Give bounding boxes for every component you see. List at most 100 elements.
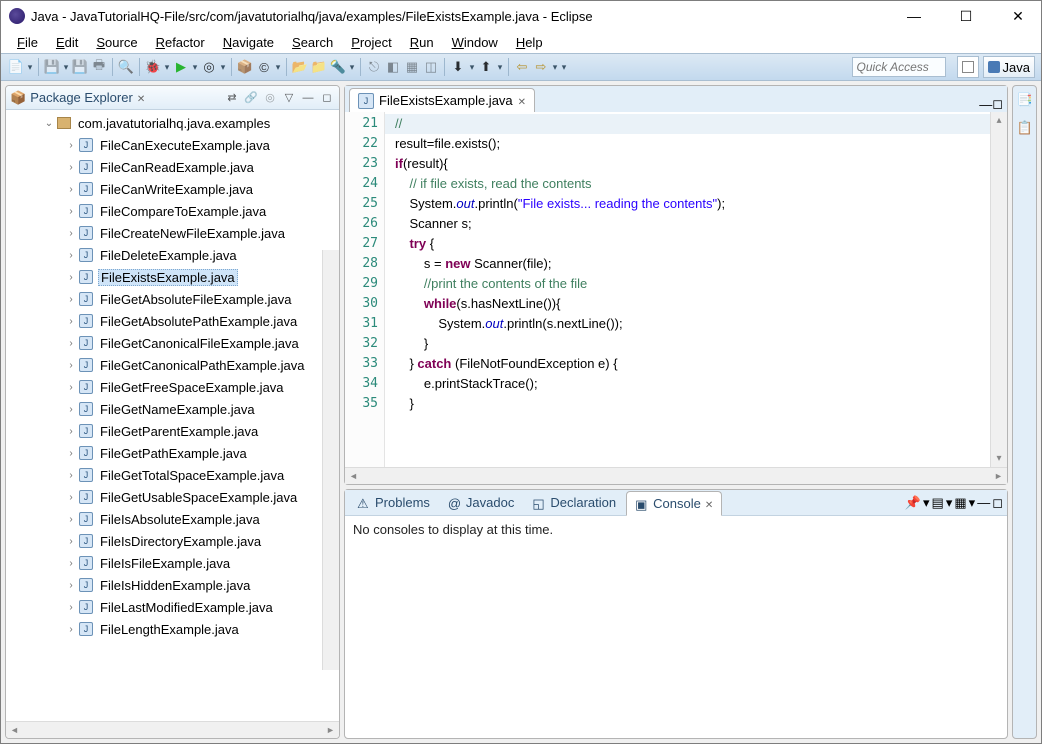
tab-declaration[interactable]: ◱Declaration bbox=[524, 491, 624, 514]
tab-close[interactable] bbox=[705, 496, 713, 511]
expand-icon[interactable]: › bbox=[64, 492, 78, 503]
editor-tab[interactable]: FileExistsExample.java bbox=[349, 88, 535, 112]
expand-icon[interactable]: › bbox=[64, 426, 78, 437]
tab-console[interactable]: ▣Console bbox=[626, 491, 722, 516]
window-close-button[interactable]: ✕ bbox=[1003, 8, 1033, 25]
save-icon[interactable]: 💾 bbox=[43, 58, 61, 76]
expand-icon[interactable]: › bbox=[64, 536, 78, 547]
prev-annotation-icon[interactable]: ⬆ bbox=[477, 58, 495, 76]
tab-problems[interactable]: ⚠Problems bbox=[349, 491, 438, 514]
tree-file-row[interactable]: ›FileGetCanonicalFileExample.java bbox=[12, 332, 339, 354]
tree-file-row[interactable]: ›FileIsFileExample.java bbox=[12, 552, 339, 574]
view-menu-icon[interactable]: ▽ bbox=[281, 90, 297, 106]
minimize-view-icon[interactable]: — bbox=[300, 90, 316, 106]
save-all-icon[interactable]: 💾 bbox=[71, 58, 89, 76]
expand-icon[interactable]: › bbox=[64, 338, 78, 349]
editor-code-area[interactable]: // result=file.exists(); if(result){ // … bbox=[385, 112, 990, 467]
expand-icon[interactable]: › bbox=[64, 514, 78, 525]
prev-anno-dropdown[interactable]: ▾ bbox=[496, 58, 504, 76]
expand-icon[interactable]: › bbox=[64, 184, 78, 195]
link-editor-icon[interactable]: 🔗 bbox=[243, 90, 259, 106]
coverage-dropdown[interactable]: ▾ bbox=[219, 58, 227, 76]
quick-access-input[interactable] bbox=[852, 57, 946, 77]
tree-file-row[interactable]: ›FileGetUsableSpaceExample.java bbox=[12, 486, 339, 508]
tree-package-row[interactable]: ⌄ com.javatutorialhq.java.examples bbox=[12, 112, 339, 134]
save-dropdown[interactable]: ▾ bbox=[62, 58, 70, 76]
show-ws-icon[interactable]: ▦ bbox=[403, 58, 421, 76]
menu-window[interactable]: Window bbox=[444, 33, 506, 52]
editor-maximize-icon[interactable]: ◻ bbox=[992, 96, 1003, 112]
tree-file-row[interactable]: ›FileExistsExample.java bbox=[12, 266, 339, 288]
open-console-icon-dropdown[interactable]: ▾ bbox=[969, 495, 976, 511]
tree-file-row[interactable]: ›FileGetCanonicalPathExample.java bbox=[12, 354, 339, 376]
expand-icon[interactable]: › bbox=[64, 448, 78, 459]
folder-icon[interactable]: 📁 bbox=[310, 58, 328, 76]
tree-file-row[interactable]: ›FileGetParentExample.java bbox=[12, 420, 339, 442]
menu-file[interactable]: File bbox=[9, 33, 46, 52]
next-anno-dropdown[interactable]: ▾ bbox=[468, 58, 476, 76]
menu-source[interactable]: Source bbox=[88, 33, 145, 52]
toggle-icon[interactable]: ⎋ bbox=[365, 58, 383, 76]
block-icon[interactable]: ◫ bbox=[422, 58, 440, 76]
expand-icon[interactable]: › bbox=[64, 360, 78, 371]
expand-icon[interactable]: › bbox=[64, 228, 78, 239]
expand-icon[interactable]: › bbox=[64, 602, 78, 613]
editor-minimize-icon[interactable]: — bbox=[979, 97, 992, 112]
run-dropdown[interactable]: ▾ bbox=[191, 58, 199, 76]
editor-tab-close[interactable] bbox=[518, 93, 526, 108]
expand-icon[interactable]: › bbox=[64, 250, 78, 261]
menu-search[interactable]: Search bbox=[284, 33, 341, 52]
tree-file-row[interactable]: ›FileLastModifiedExample.java bbox=[12, 596, 339, 618]
coverage-icon[interactable]: ◎ bbox=[200, 58, 218, 76]
menu-project[interactable]: Project bbox=[343, 33, 399, 52]
search-dropdown[interactable]: ▾ bbox=[348, 58, 356, 76]
tree-scrollbar[interactable] bbox=[322, 250, 339, 670]
expand-icon[interactable]: › bbox=[64, 140, 78, 151]
expand-icon[interactable]: › bbox=[64, 404, 78, 415]
search-icon[interactable]: 🔦 bbox=[329, 58, 347, 76]
tree-file-row[interactable]: ›FileCanWriteExample.java bbox=[12, 178, 339, 200]
outline-icon[interactable]: 📑 bbox=[1017, 92, 1033, 108]
expand-icon[interactable]: › bbox=[64, 294, 78, 305]
focus-icon[interactable]: ◎ bbox=[262, 90, 278, 106]
tree-hscroll[interactable] bbox=[6, 721, 339, 738]
display-selected-console-icon[interactable]: ▤ bbox=[932, 495, 944, 511]
tree-file-row[interactable]: ›FileIsHiddenExample.java bbox=[12, 574, 339, 596]
window-minimize-button[interactable]: — bbox=[899, 8, 929, 25]
tree-file-row[interactable]: ›FileCanExecuteExample.java bbox=[12, 134, 339, 156]
java-perspective-button[interactable]: Java bbox=[983, 56, 1035, 78]
menu-navigate[interactable]: Navigate bbox=[215, 33, 282, 52]
tree-file-row[interactable]: ›FileGetAbsolutePathExample.java bbox=[12, 310, 339, 332]
print-icon[interactable]: 🖶 bbox=[90, 58, 108, 76]
next-annotation-icon[interactable]: ⬇ bbox=[449, 58, 467, 76]
tree-file-row[interactable]: ›FileIsDirectoryExample.java bbox=[12, 530, 339, 552]
tree-file-row[interactable]: ›FileLengthExample.java bbox=[12, 618, 339, 640]
open-perspective-button[interactable] bbox=[957, 56, 979, 78]
open-task-icon[interactable]: 📂 bbox=[291, 58, 309, 76]
tree-file-row[interactable]: ›FileGetTotalSpaceExample.java bbox=[12, 464, 339, 486]
view-close-button[interactable] bbox=[137, 90, 145, 105]
editor-hscroll[interactable] bbox=[345, 467, 1007, 484]
open-console-icon[interactable]: ▦ bbox=[954, 495, 966, 511]
menu-refactor[interactable]: Refactor bbox=[148, 33, 213, 52]
menu-help[interactable]: Help bbox=[508, 33, 551, 52]
mark-icon[interactable]: ◧ bbox=[384, 58, 402, 76]
minimize-icon[interactable]: — bbox=[977, 495, 990, 510]
tree-file-row[interactable]: ›FileCompareToExample.java bbox=[12, 200, 339, 222]
editor-vscroll[interactable]: ▴ ▾ bbox=[990, 112, 1007, 467]
maximize-icon[interactable]: ◻ bbox=[992, 495, 1003, 511]
task-list-icon[interactable]: 📋 bbox=[1017, 120, 1033, 136]
maximize-view-icon[interactable]: ◻ bbox=[319, 90, 335, 106]
package-explorer-tree[interactable]: ⌄ com.javatutorialhq.java.examples ›File… bbox=[6, 110, 339, 721]
expand-icon[interactable]: › bbox=[64, 206, 78, 217]
tree-file-row[interactable]: ›FileGetNameExample.java bbox=[12, 398, 339, 420]
tree-file-row[interactable]: ›FileCreateNewFileExample.java bbox=[12, 222, 339, 244]
expand-icon[interactable]: › bbox=[64, 382, 78, 393]
pin-console-icon-dropdown[interactable]: ▾ bbox=[923, 495, 930, 511]
expand-icon[interactable]: › bbox=[64, 162, 78, 173]
display-selected-console-icon-dropdown[interactable]: ▾ bbox=[946, 495, 953, 511]
tree-file-row[interactable]: ›FileCanReadExample.java bbox=[12, 156, 339, 178]
menu-run[interactable]: Run bbox=[402, 33, 442, 52]
collapse-icon[interactable]: ⌄ bbox=[42, 118, 56, 129]
forward-icon[interactable]: ⇨ bbox=[532, 58, 550, 76]
